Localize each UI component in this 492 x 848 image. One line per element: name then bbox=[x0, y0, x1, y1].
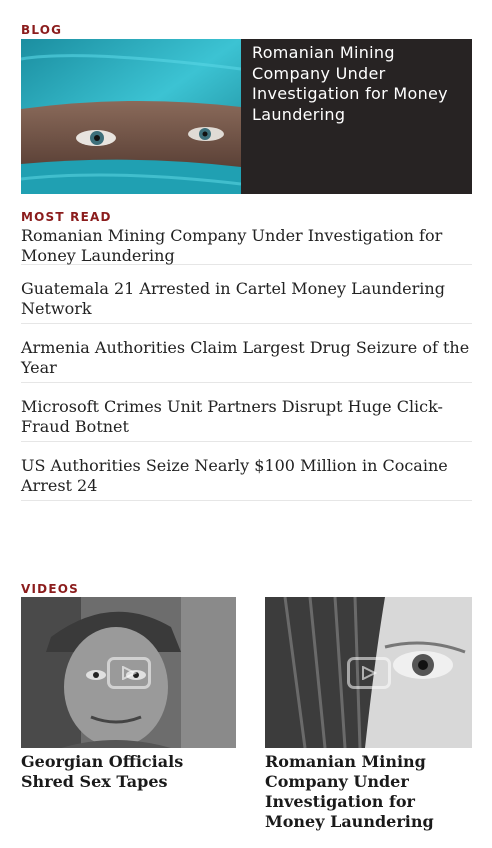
blog-section-label: BLOG bbox=[21, 23, 63, 37]
play-icon bbox=[361, 665, 377, 680]
featured-blog-card[interactable]: Romanian Mining Company Under Investigat… bbox=[21, 39, 472, 194]
most-read-item[interactable]: Guatemala 21 Arrested in Cartel Money La… bbox=[21, 265, 472, 324]
most-read-item[interactable]: US Authorities Seize Nearly $100 Million… bbox=[21, 442, 472, 501]
video-thumbnail[interactable] bbox=[21, 597, 236, 748]
video-thumbnail[interactable] bbox=[265, 597, 472, 748]
play-button[interactable] bbox=[346, 656, 391, 689]
video-title[interactable]: Georgian Officials Shred Sex Tapes bbox=[21, 752, 236, 792]
most-read-item[interactable]: Romanian Mining Company Under Investigat… bbox=[21, 224, 472, 265]
most-read-section-label: MOST READ bbox=[21, 210, 112, 224]
most-read-item[interactable]: Armenia Authorities Claim Largest Drug S… bbox=[21, 324, 472, 383]
video-card[interactable]: Romanian Mining Company Under Investigat… bbox=[265, 597, 472, 832]
video-card[interactable]: Georgian Officials Shred Sex Tapes bbox=[21, 597, 236, 792]
most-read-list: Romanian Mining Company Under Investigat… bbox=[21, 224, 472, 501]
featured-blog-title[interactable]: Romanian Mining Company Under Investigat… bbox=[252, 43, 462, 125]
videos-section-label: VIDEOS bbox=[21, 582, 79, 596]
video-title[interactable]: Romanian Mining Company Under Investigat… bbox=[265, 752, 472, 832]
featured-blog-image[interactable] bbox=[21, 39, 241, 194]
most-read-item[interactable]: Microsoft Crimes Unit Partners Disrupt H… bbox=[21, 383, 472, 442]
play-icon bbox=[121, 665, 137, 680]
play-button[interactable] bbox=[106, 656, 151, 689]
